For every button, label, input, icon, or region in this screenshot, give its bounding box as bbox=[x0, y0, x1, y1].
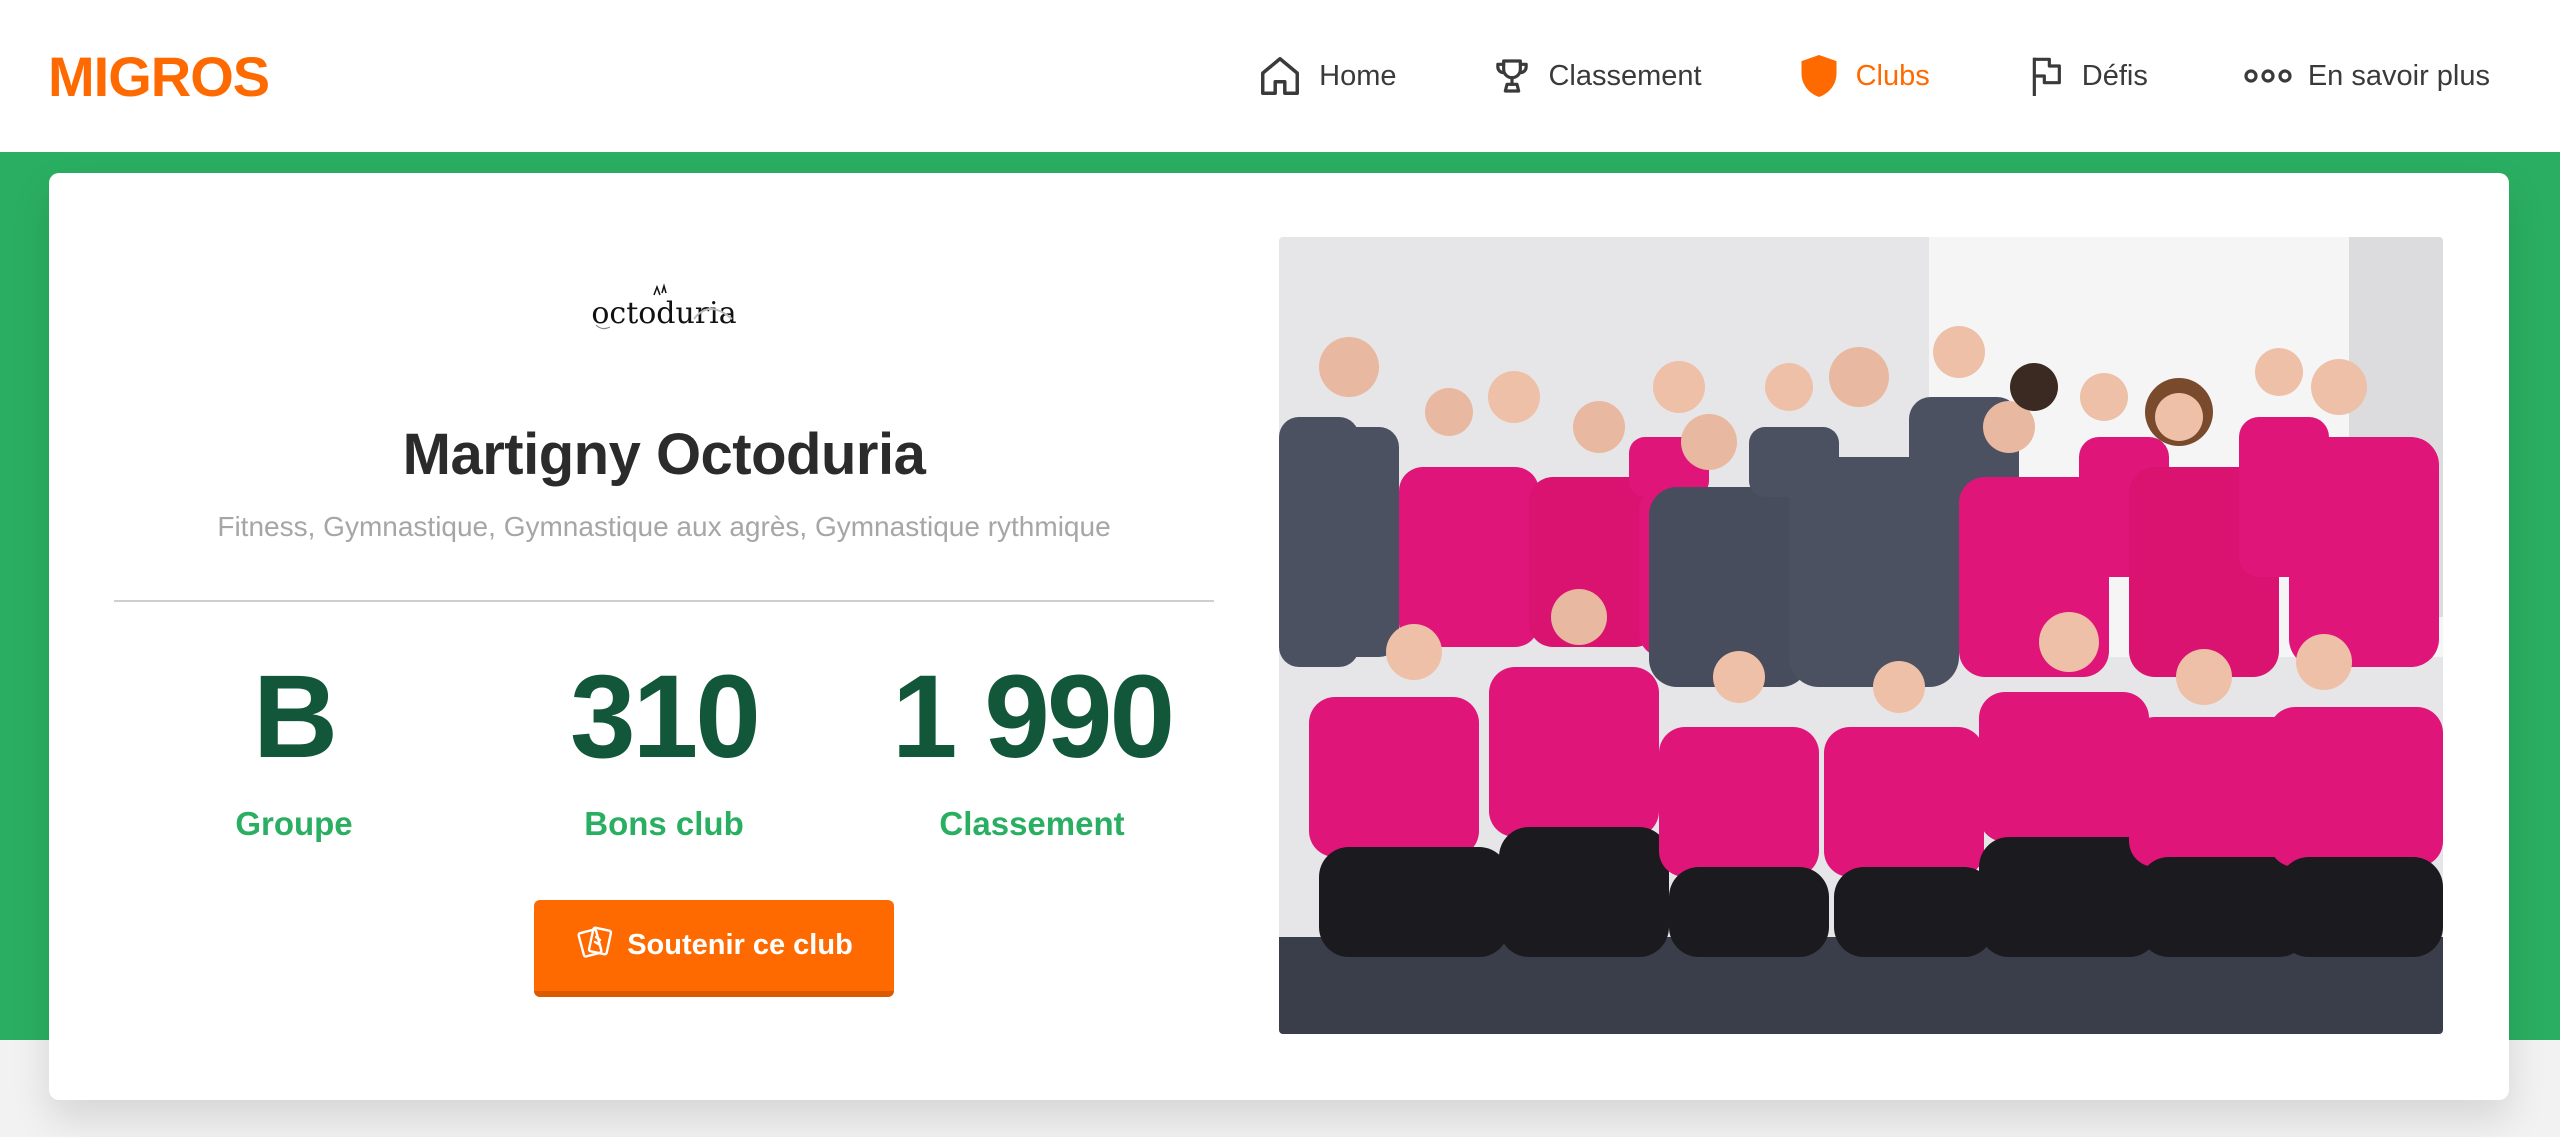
migros-logo[interactable]: MIGROS bbox=[48, 44, 270, 109]
more-dots-icon bbox=[2244, 66, 2292, 86]
support-club-label: Soutenir ce club bbox=[627, 929, 853, 961]
site-header: MIGROS Home Classement Clubs Défis En sa… bbox=[0, 0, 2560, 152]
nav-item-clubs[interactable]: Clubs bbox=[1798, 53, 1930, 99]
nav-label-home: Home bbox=[1319, 59, 1397, 92]
nav-label-clubs: Clubs bbox=[1855, 59, 1930, 92]
shield-icon bbox=[1798, 53, 1840, 99]
stat-value: 310 bbox=[570, 651, 761, 783]
stat-value: 1 990 bbox=[891, 651, 1175, 783]
nav-label-defis: Défis bbox=[2081, 59, 2148, 92]
team-photo bbox=[1279, 237, 2443, 1034]
nav-item-en-savoir-plus[interactable]: En savoir plus bbox=[2244, 60, 2490, 93]
nav-label-classement: Classement bbox=[1548, 59, 1702, 92]
stat-label: Groupe bbox=[235, 804, 353, 842]
stat-bons-club: 310 Bons club bbox=[484, 651, 844, 843]
trophy-icon bbox=[1492, 56, 1532, 96]
stat-value: B bbox=[252, 651, 338, 783]
club-card: octoduria Martigny Octoduria Fitness, Gy… bbox=[49, 173, 2509, 1100]
club-logo-text: octoduria bbox=[591, 296, 736, 331]
club-name: Martigny Octoduria bbox=[402, 422, 926, 487]
nav-label-en-savoir-plus: En savoir plus bbox=[2307, 59, 2490, 92]
nav-item-classement[interactable]: Classement bbox=[1492, 56, 1702, 96]
stat-label: Classement bbox=[939, 804, 1125, 842]
home-icon bbox=[1257, 53, 1303, 99]
nav-item-home[interactable]: Home bbox=[1257, 53, 1396, 99]
club-logo: octoduria bbox=[114, 281, 1214, 341]
stat-groupe: B Groupe bbox=[114, 651, 474, 843]
support-club-button[interactable]: Soutenir ce club bbox=[534, 900, 894, 997]
vouchers-icon bbox=[575, 925, 615, 967]
divider bbox=[114, 600, 1214, 602]
stat-label: Bons club bbox=[584, 804, 744, 842]
main-nav: Home Classement Clubs Défis En savoir pl… bbox=[1161, 53, 2490, 99]
club-categories: Fitness, Gymnastique, Gymnastique aux ag… bbox=[217, 511, 1111, 542]
club-stats: B Groupe 310 Bons club 1 990 Classement bbox=[114, 651, 1214, 853]
flag-icon bbox=[2026, 54, 2066, 98]
stat-classement: 1 990 Classement bbox=[852, 651, 1212, 843]
club-info: octoduria Martigny Octoduria Fitness, Gy… bbox=[114, 173, 1214, 1100]
nav-item-defis[interactable]: Défis bbox=[2026, 54, 2148, 98]
